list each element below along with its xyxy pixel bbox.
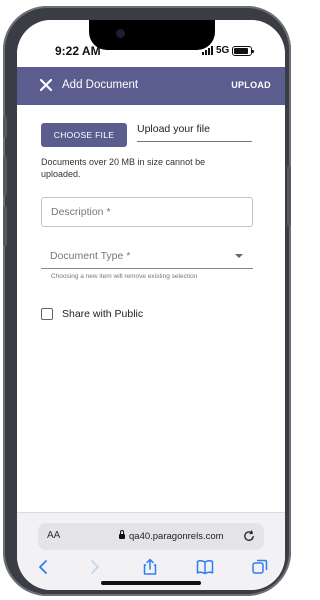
phone-frame: 9:22 AM 5G Add Document UPLOAD CHOOSE FI… [3, 6, 291, 596]
network-label: 5G [216, 45, 230, 56]
signal-icon [202, 46, 213, 55]
description-label: Description * [51, 206, 111, 218]
status-bar: 9:22 AM 5G [17, 20, 285, 67]
address-bar[interactable]: AA qa40.paragonrels.com [38, 523, 264, 550]
app-bar: Add Document UPLOAD [17, 67, 285, 105]
browser-toolbar [17, 557, 285, 579]
bookmarks-icon[interactable] [195, 557, 215, 577]
file-size-note: Documents over 20 MB in size cannot be u… [41, 157, 206, 179]
page-title: Add Document [62, 79, 139, 91]
screen: 9:22 AM 5G Add Document UPLOAD CHOOSE FI… [17, 20, 285, 590]
tabs-icon[interactable] [250, 557, 270, 577]
document-type-label: Document Type * [50, 250, 131, 262]
status-indicators: 5G [202, 45, 255, 56]
chevron-down-icon [235, 254, 243, 258]
document-type-select[interactable]: Document Type * [41, 242, 253, 269]
upload-file-field[interactable]: Upload your file [137, 120, 252, 142]
battery-level [234, 47, 248, 54]
share-label: Share with Public [62, 308, 144, 320]
text-size-button[interactable]: AA [47, 530, 60, 541]
forward-icon[interactable] [84, 557, 104, 577]
url-text[interactable]: qa40.paragonrels.com [129, 531, 224, 542]
close-icon[interactable] [37, 76, 55, 94]
volume-up-button [3, 156, 7, 196]
browser-bar: AA qa40.paragonrels.com [17, 512, 285, 590]
share-with-public-checkbox[interactable]: Share with Public [41, 308, 143, 320]
mute-switch [3, 116, 7, 138]
checkbox-icon[interactable] [41, 308, 53, 320]
description-input[interactable]: Description * [41, 197, 253, 227]
battery-icon [232, 45, 255, 56]
home-indicator[interactable] [101, 581, 201, 585]
lock-icon [119, 530, 125, 539]
status-time: 9:22 AM [55, 44, 101, 58]
power-button [287, 166, 291, 226]
reload-icon[interactable] [242, 529, 256, 543]
upload-button[interactable]: UPLOAD [231, 80, 271, 90]
share-icon[interactable] [140, 557, 160, 577]
camera-icon [116, 29, 125, 38]
document-type-helper: Choosing a new item will remove existing… [51, 273, 198, 280]
back-icon[interactable] [34, 557, 54, 577]
notch [89, 20, 215, 50]
choose-file-button[interactable]: CHOOSE FILE [41, 123, 127, 147]
volume-down-button [3, 206, 7, 246]
